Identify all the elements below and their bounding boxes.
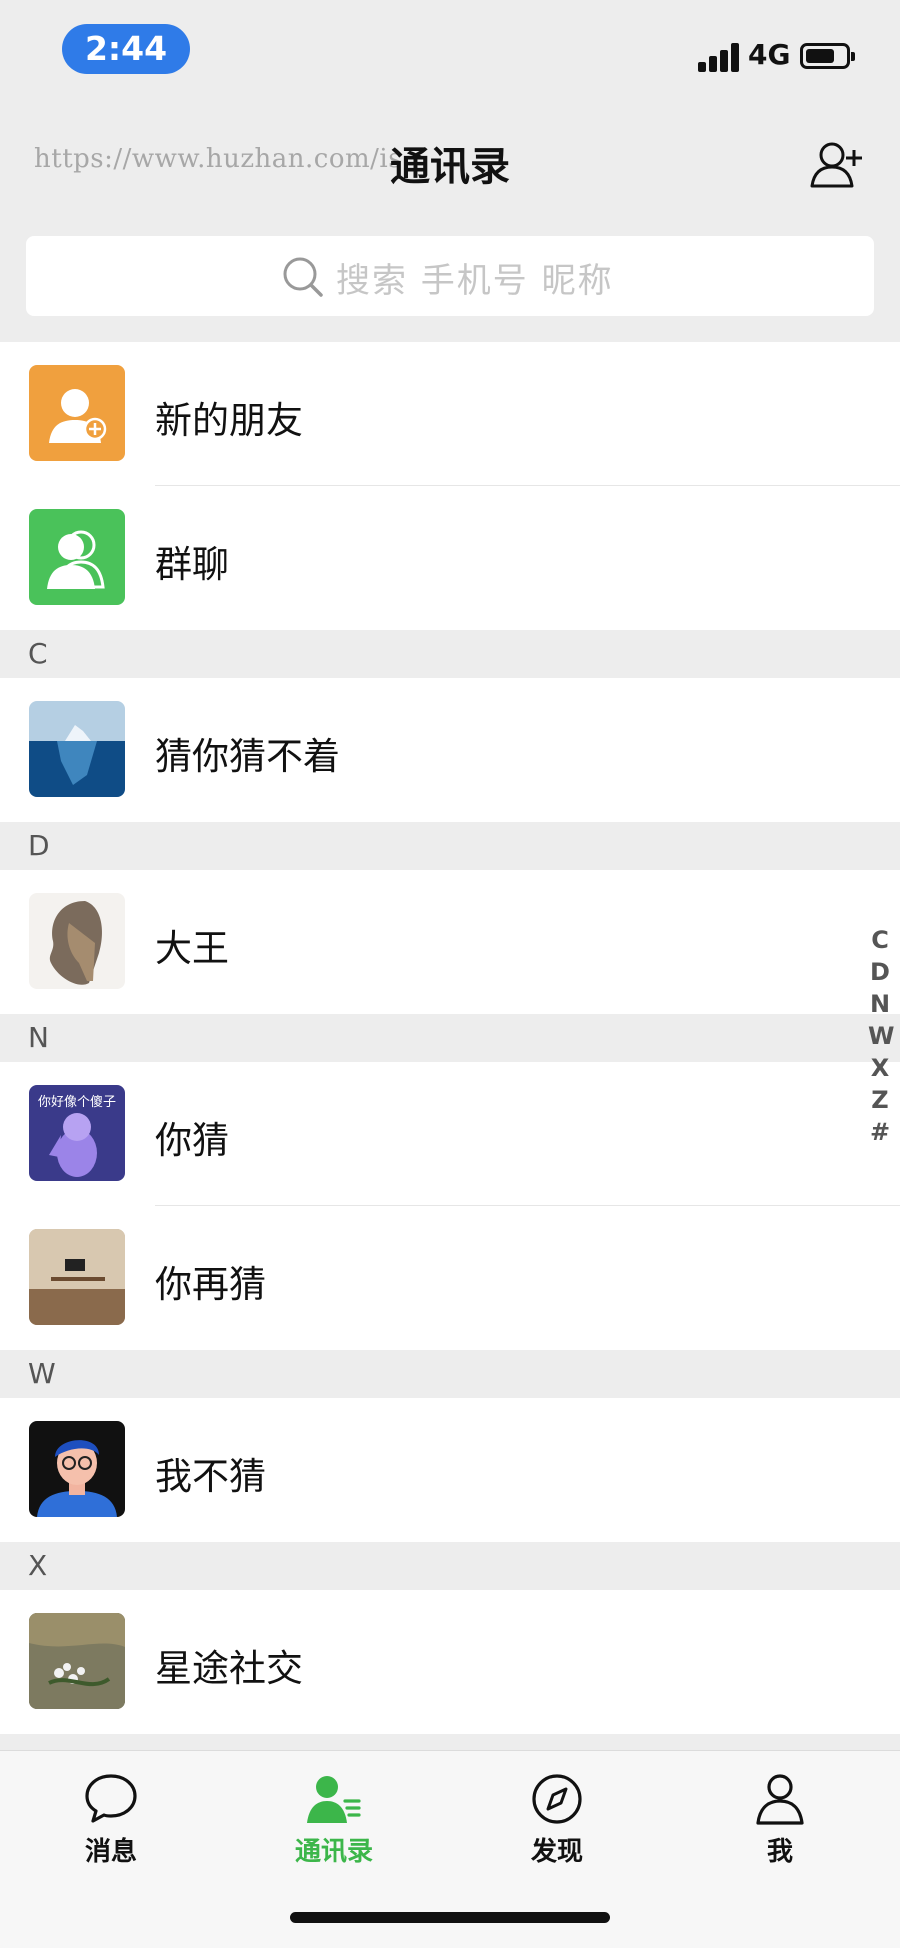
contact-row[interactable]: 猜你猜不着 [0, 678, 900, 822]
section-header-w: W [0, 1350, 900, 1398]
tab-label: 消息 [84, 1837, 137, 1867]
chat-bubble-icon [85, 1774, 137, 1823]
contact-list: 新的朋友 群聊 C 猜你猜不着 D 大王 N 你好像个傻子 你猜 你再猜 W 我… [0, 342, 900, 1734]
tab-label: 我 [766, 1837, 793, 1867]
status-time: 2:44 [62, 24, 190, 74]
index-c[interactable]: C [868, 926, 892, 958]
section-header-c: C [0, 630, 900, 678]
index-hash[interactable]: # [868, 1118, 892, 1150]
flowers-avatar [29, 1613, 125, 1709]
cartoon-avatar: 你好像个傻子 [29, 1085, 125, 1181]
contact-name: 我不猜 [155, 1455, 266, 1498]
contact-row[interactable]: 星途社交 [0, 1590, 900, 1734]
compass-icon [532, 1774, 582, 1824]
contacts-icon [307, 1776, 361, 1823]
battery-icon [800, 43, 855, 69]
signal-icon [698, 42, 740, 72]
contact-row[interactable]: 我不猜 [0, 1398, 900, 1542]
avatar-caption: 你好像个傻子 [37, 1095, 116, 1110]
page-title: 通讯录 [390, 144, 510, 190]
network-type: 4G [748, 38, 791, 71]
room-avatar [29, 1229, 125, 1325]
tab-label: 通讯录 [294, 1837, 373, 1867]
home-indicator[interactable] [290, 1912, 610, 1923]
person-glasses-avatar [29, 1421, 125, 1517]
add-contact-icon[interactable] [808, 140, 866, 190]
section-header-n: N [0, 1014, 900, 1062]
contact-row[interactable]: 你再猜 [0, 1206, 900, 1350]
index-w[interactable]: W [868, 1022, 894, 1054]
search-input[interactable]: 搜索 手机号 昵称 [26, 236, 874, 316]
alphabet-index[interactable]: C D N W X Z # [868, 926, 894, 1150]
nav-bar: https://www.huzhan.com/is 通讯录 [0, 110, 900, 210]
index-z[interactable]: Z [868, 1086, 892, 1118]
contact-row[interactable]: 大王 [0, 870, 900, 1014]
contact-name: 星途社交 [155, 1647, 303, 1690]
contact-name: 猜你猜不着 [155, 735, 340, 778]
new-friends-entry[interactable]: 新的朋友 [0, 342, 900, 486]
tab-label: 发现 [530, 1837, 583, 1867]
contact-name: 你猜 [155, 1119, 229, 1162]
group-chats-entry[interactable]: 群聊 [0, 486, 900, 630]
tab-contacts[interactable]: 通讯录 [264, 1759, 404, 1868]
section-header-d: D [0, 822, 900, 870]
contact-row[interactable]: 你好像个傻子 你猜 [0, 1062, 900, 1206]
status-bar: 2:44 4G [0, 0, 900, 100]
section-header-x: X [0, 1542, 900, 1590]
entry-label: 群聊 [155, 543, 229, 586]
contact-name: 大王 [155, 927, 229, 970]
portrait-avatar [29, 893, 125, 989]
index-d[interactable]: D [868, 958, 892, 990]
tab-messages[interactable]: 消息 [41, 1759, 181, 1868]
group-chat-icon [29, 509, 125, 605]
iceberg-avatar [29, 701, 125, 797]
tab-discover[interactable]: 发现 [487, 1759, 627, 1868]
entry-label: 新的朋友 [155, 399, 303, 442]
search-placeholder: 搜索 手机号 昵称 [336, 260, 614, 301]
index-n[interactable]: N [868, 990, 892, 1022]
person-icon [756, 1774, 804, 1825]
new-friend-icon [29, 365, 125, 461]
index-x[interactable]: X [868, 1054, 892, 1086]
contact-name: 你再猜 [155, 1263, 266, 1306]
tab-me[interactable]: 我 [710, 1759, 850, 1868]
search-icon [283, 257, 323, 297]
